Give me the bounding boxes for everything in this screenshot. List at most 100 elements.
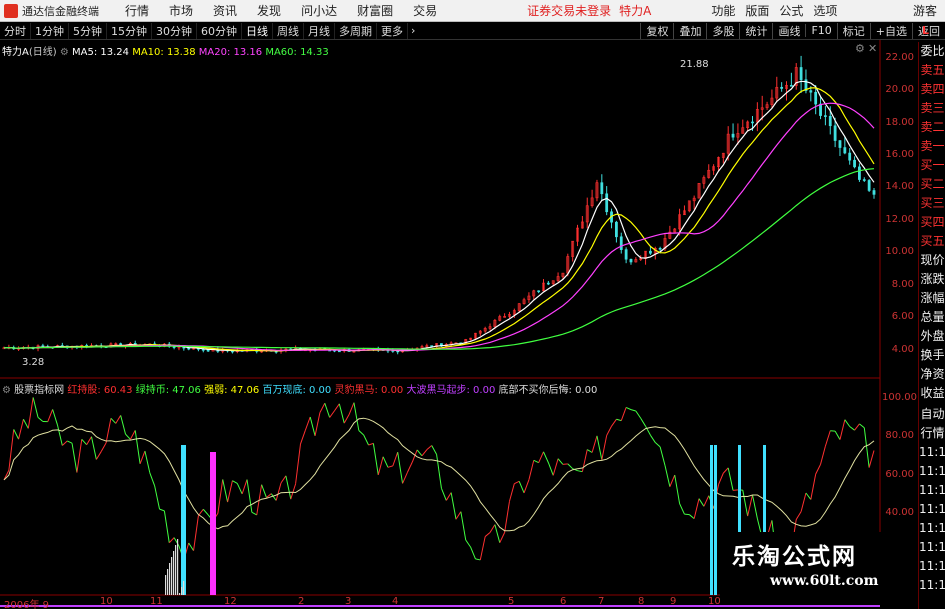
indicator-line (557, 458, 564, 465)
sidebar-quote-item[interactable]: 委比 (919, 42, 945, 61)
period-monthly[interactable]: 月线 (304, 22, 335, 39)
indicator-line (805, 492, 812, 500)
sidebar-tick-item[interactable]: 11:1 (919, 462, 945, 481)
sidebar-quote-item[interactable]: 买一 (919, 156, 945, 175)
indicator-line (163, 510, 170, 543)
price-tick: 16.00 (885, 149, 914, 160)
sidebar-quote-item[interactable]: 卖一 (919, 137, 945, 156)
kline-chart[interactable] (0, 40, 918, 609)
menu-zixun[interactable]: 资讯 (213, 2, 237, 19)
btn-fuquan[interactable]: 复权 (640, 22, 673, 39)
settings-gear-icon[interactable]: ⚙ (60, 47, 69, 58)
sidebar-tick-item[interactable]: 自动 (919, 405, 945, 424)
menu-banmian[interactable]: 版面 (745, 2, 769, 19)
menu-gongneng[interactable]: 功能 (711, 2, 735, 19)
btn-biaoji[interactable]: 标记 (836, 22, 870, 39)
candle-body (619, 236, 623, 250)
period-1min[interactable]: 1分钟 (31, 22, 69, 39)
indicator-line (460, 511, 467, 541)
sidebar-quote-item[interactable]: 卖三 (919, 99, 945, 118)
sidebar-quote-item[interactable]: 总量 (919, 308, 945, 327)
ind-million-bottom: 百万现底: 0.00 (262, 385, 332, 396)
indicator-line (168, 537, 175, 544)
sidebar-quote-item[interactable]: 外盘 (919, 327, 945, 346)
indicator-line (795, 511, 802, 520)
signal-bar-white (177, 539, 179, 595)
indicator-line (324, 403, 331, 418)
menu-faxian[interactable]: 发现 (257, 2, 281, 19)
chart-settings-icon[interactable]: ⚙ (855, 42, 865, 55)
sidebar-tick-item[interactable]: 11:1 (919, 538, 945, 557)
indicator-line (86, 436, 92, 445)
indicator-line (329, 410, 335, 418)
sidebar-quote-item[interactable]: 卖五 (919, 61, 945, 80)
period-fenshi[interactable]: 分时 (0, 22, 31, 39)
period-5min[interactable]: 5分钟 (69, 22, 107, 39)
sidebar-quote-item[interactable]: 涨跌 (919, 270, 945, 289)
menu-xuanxiang[interactable]: 选项 (813, 2, 837, 19)
candle-body (833, 125, 837, 141)
indicator-line (747, 494, 753, 517)
sidebar-quote-item[interactable]: 买五 (919, 232, 945, 251)
sidebar-quote-item[interactable]: 收益 (919, 384, 945, 403)
menu-gongshi[interactable]: 公式 (779, 2, 803, 19)
chevron-right-icon[interactable]: › (408, 24, 418, 37)
indicator-line (115, 415, 122, 424)
sidebar-quote-item[interactable]: 净资 (919, 365, 945, 384)
signal-bar-white (179, 593, 181, 595)
period-30min[interactable]: 30分钟 (152, 22, 197, 39)
period-weekly[interactable]: 周线 (273, 22, 304, 39)
menu-jiaoyi[interactable]: 交易 (413, 2, 437, 19)
period-multi[interactable]: 多周期 (335, 22, 377, 39)
sidebar-quote-item[interactable]: 买三 (919, 194, 945, 213)
sidebar-tick-item[interactable]: 行情 (919, 424, 945, 443)
ma20-line (3, 102, 875, 351)
login-alert[interactable]: 证券交易未登录 (527, 2, 611, 19)
indicator-line (334, 403, 340, 412)
ind-red-hold: 红持股: 60.43 (67, 385, 133, 396)
indicator-line (71, 443, 78, 473)
sidebar-tick-item[interactable]: 11:1 (919, 443, 945, 462)
sidebar-corner[interactable]: L (922, 24, 929, 37)
period-15min[interactable]: 15分钟 (107, 22, 152, 39)
indicator-line (844, 419, 851, 427)
sidebar-quote-item[interactable]: 买二 (919, 175, 945, 194)
btn-duogu[interactable]: 多股 (706, 22, 739, 39)
indicator-name[interactable]: 股票指标网 (14, 385, 64, 396)
menu-wenxiaoda[interactable]: 问小达 (301, 2, 337, 19)
signal-bar-magenta (210, 452, 213, 595)
period-60min[interactable]: 60分钟 (197, 22, 242, 39)
sidebar-quote-item[interactable]: 卖二 (919, 118, 945, 137)
indicator-line (508, 483, 515, 502)
menu-caifuquan[interactable]: 财富圈 (357, 2, 393, 19)
sidebar-quote-item[interactable]: 现价 (919, 251, 945, 270)
ma20-label: MA20: 13.16 (198, 47, 263, 58)
indicator-gear-icon[interactable]: ⚙ (2, 385, 11, 396)
sidebar-quote-item[interactable]: 买四 (919, 213, 945, 232)
indicator-line (504, 501, 510, 533)
sidebar-tick-item[interactable]: 11:1 (919, 519, 945, 538)
btn-f10[interactable]: F10 (805, 24, 836, 37)
sidebar-quote-item[interactable]: 卖四 (919, 80, 945, 99)
indicator-line (616, 418, 622, 422)
candle-body (187, 347, 191, 350)
btn-zixuan[interactable]: +自选 (869, 22, 912, 39)
btn-tongji[interactable]: 统计 (739, 22, 772, 39)
indicator-line (300, 430, 306, 445)
period-more[interactable]: 更多 (377, 22, 408, 39)
indicator-line (139, 450, 146, 464)
menu-shichang[interactable]: 市场 (169, 2, 193, 19)
btn-diejia[interactable]: 叠加 (673, 22, 706, 39)
sidebar-tick-item[interactable]: 11:1 (919, 557, 945, 576)
sidebar-tick-item[interactable]: 11:1 (919, 481, 945, 500)
menu-hangqing[interactable]: 行情 (125, 2, 149, 19)
period-daily[interactable]: 日线 (242, 22, 273, 39)
sidebar-tick-item[interactable]: 11:1 (919, 500, 945, 519)
sidebar-quote-item[interactable]: 换手 (919, 346, 945, 365)
sidebar-tick-item[interactable]: 11:1 (919, 576, 945, 595)
chart-close-icon[interactable]: ✕ (868, 42, 877, 55)
date-tick: 8 (638, 596, 645, 607)
guest-label[interactable]: 游客 (913, 2, 937, 19)
btn-huaxian[interactable]: 画线 (772, 22, 805, 39)
sidebar-quote-item[interactable]: 涨幅 (919, 289, 945, 308)
